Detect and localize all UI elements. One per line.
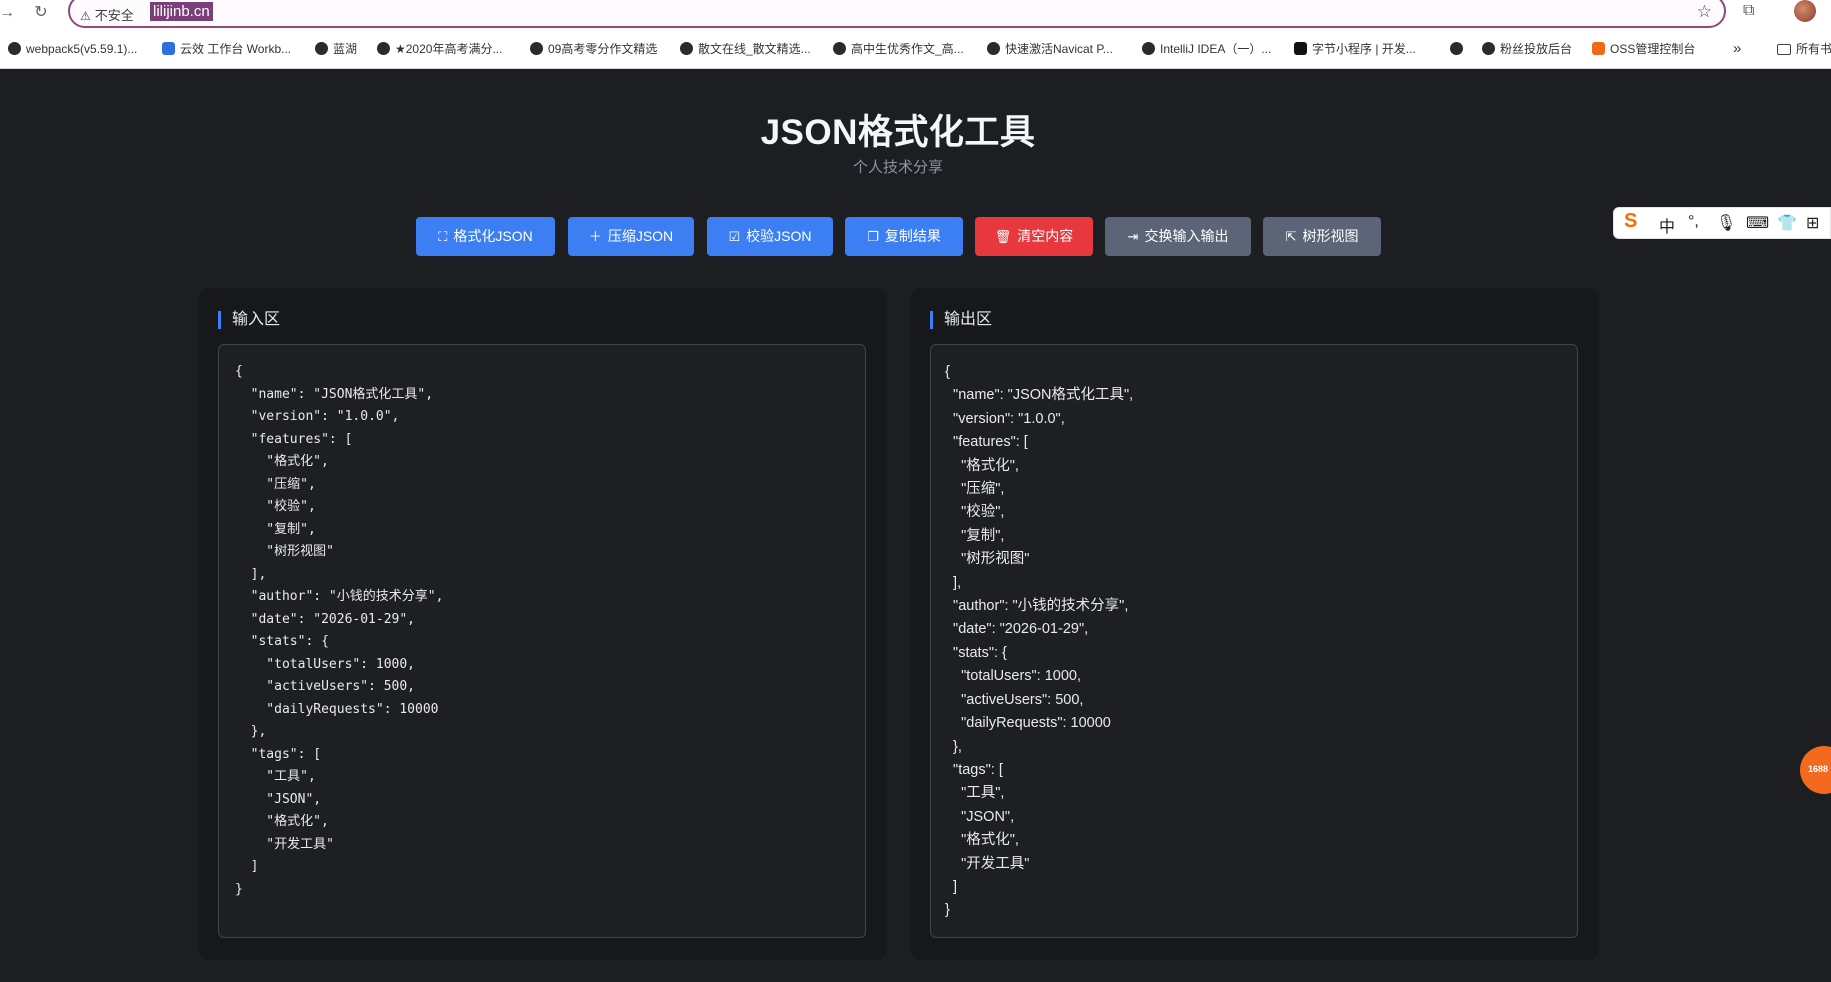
globe-icon bbox=[530, 42, 543, 55]
json-input-textarea[interactable]: { "name": "JSON格式化工具", "version": "1.0.0… bbox=[218, 344, 866, 938]
sogou-logo-icon[interactable]: S bbox=[1624, 210, 1637, 233]
format-icon: ⛶ bbox=[438, 229, 448, 244]
bookmark-star-icon[interactable]: ☆ bbox=[1697, 2, 1712, 22]
more-bookmarks-button[interactable]: » bbox=[1733, 38, 1741, 60]
copy-result-button[interactable]: ❐ 复制结果 bbox=[845, 217, 963, 256]
tree-view-button[interactable]: ⇱ 树形视图 bbox=[1263, 217, 1381, 256]
profile-avatar[interactable] bbox=[1794, 0, 1816, 22]
extensions-icon[interactable]: ⧉ bbox=[1743, 2, 1754, 20]
warning-icon: ⚠ bbox=[80, 9, 91, 23]
globe-icon bbox=[377, 42, 390, 55]
output-code-text: { "name": "JSON格式化工具", "version": "1.0.0… bbox=[945, 364, 1134, 919]
bookmark-item[interactable]: IntelliJ IDEA（一）... bbox=[1142, 38, 1271, 60]
bookmark-item[interactable] bbox=[1450, 38, 1468, 60]
globe-icon bbox=[8, 42, 21, 55]
page-title: JSON格式化工具 bbox=[760, 113, 1036, 152]
cloud-icon bbox=[162, 42, 175, 55]
all-bookmarks[interactable]: 所有书签 bbox=[1777, 38, 1831, 60]
json-output-area[interactable]: { "name": "JSON格式化工具", "version": "1.0.0… bbox=[930, 344, 1578, 938]
globe-icon bbox=[1142, 42, 1155, 55]
back-icon[interactable]: → bbox=[0, 2, 18, 24]
bookmark-item[interactable]: 高中生优秀作文_高... bbox=[833, 38, 964, 60]
bookmark-item[interactable]: 快速激活Navicat P... bbox=[987, 38, 1113, 60]
bookmark-item[interactable]: OSS管理控制台 bbox=[1592, 38, 1695, 60]
microphone-icon[interactable]: 🎙 bbox=[1716, 213, 1736, 233]
swap-io-button[interactable]: ⇥ 交换输入输出 bbox=[1105, 217, 1251, 256]
address-bar[interactable]: ⚠ 不安全 lilijinb.cn ☆ bbox=[68, 0, 1726, 28]
output-panel: 输出区 { "name": "JSON格式化工具", "version": "1… bbox=[911, 288, 1599, 960]
grid-menu-icon[interactable]: ⊞ bbox=[1806, 213, 1819, 233]
url-text[interactable]: lilijinb.cn bbox=[150, 2, 213, 21]
bookmark-item[interactable]: webpack5(v5.59.1)... bbox=[8, 38, 137, 60]
aliyun-icon bbox=[1592, 42, 1605, 55]
copy-icon: ❐ bbox=[867, 229, 879, 244]
page-subtitle: 个人技术分享 bbox=[852, 159, 943, 176]
output-panel-title: 输出区 bbox=[930, 311, 992, 329]
ime-mode-toggle[interactable]: 中 bbox=[1659, 213, 1675, 237]
validate-json-button[interactable]: ☑ 校验JSON bbox=[707, 217, 833, 256]
plus-icon: ＋ bbox=[588, 229, 602, 244]
trash-icon: 🗑 bbox=[994, 229, 1012, 244]
globe-icon bbox=[987, 42, 1000, 55]
keyboard-icon[interactable]: ⌨ bbox=[1746, 213, 1769, 233]
compress-json-button[interactable]: ＋压缩JSON bbox=[568, 217, 694, 256]
external-link-icon: ⇱ bbox=[1285, 229, 1297, 244]
floating-1688-widget[interactable]: 1688 bbox=[1800, 746, 1831, 794]
skin-icon[interactable]: 👕 bbox=[1777, 213, 1797, 233]
globe-icon bbox=[833, 42, 846, 55]
globe-icon bbox=[1482, 42, 1495, 55]
bookmark-item[interactable]: ★2020年高考满分... bbox=[377, 38, 502, 60]
bookmark-item[interactable]: 散文在线_散文精选... bbox=[680, 38, 811, 60]
format-json-button[interactable]: ⛶ 格式化JSON bbox=[416, 217, 555, 256]
globe-icon bbox=[1450, 42, 1463, 55]
browser-chrome: → ↻ ⚠ 不安全 lilijinb.cn ☆ ⧉ webpack5(v5.59.… bbox=[0, 0, 1831, 69]
globe-icon bbox=[315, 42, 328, 55]
security-indicator[interactable]: ⚠ 不安全 bbox=[80, 5, 134, 24]
bookmark-item[interactable]: 云效 工作台 Workb... bbox=[162, 38, 291, 60]
folder-icon bbox=[1777, 44, 1791, 55]
ime-toolbar: S 中 °, 🎙 ⌨ 👕 ⊞ bbox=[1613, 207, 1831, 239]
punctuation-icon[interactable]: °, bbox=[1688, 213, 1699, 231]
bookmark-item[interactable]: 字节小程序 | 开发... bbox=[1294, 38, 1416, 60]
input-code-text[interactable]: { "name": "JSON格式化工具", "version": "1.0.0… bbox=[235, 361, 443, 901]
input-panel: 输入区 { "name": "JSON格式化工具", "version": "1… bbox=[199, 288, 887, 960]
reload-icon[interactable]: ↻ bbox=[30, 2, 52, 24]
bookmark-item[interactable]: 粉丝投放后台 bbox=[1482, 38, 1572, 60]
tiktok-icon bbox=[1294, 42, 1307, 55]
globe-icon bbox=[680, 42, 693, 55]
input-panel-title: 输入区 bbox=[218, 311, 280, 329]
bookmark-item[interactable]: 09高考零分作文精选 bbox=[530, 38, 657, 60]
check-square-icon: ☑ bbox=[728, 229, 741, 244]
clear-content-button[interactable]: 🗑 清空内容 bbox=[975, 217, 1093, 256]
swap-icon: ⇥ bbox=[1127, 229, 1139, 244]
bookmark-item[interactable]: 蓝湖 bbox=[315, 38, 357, 60]
bookmarks-bar: webpack5(v5.59.1)... 云效 工作台 Workb... 蓝湖 … bbox=[0, 38, 1831, 60]
